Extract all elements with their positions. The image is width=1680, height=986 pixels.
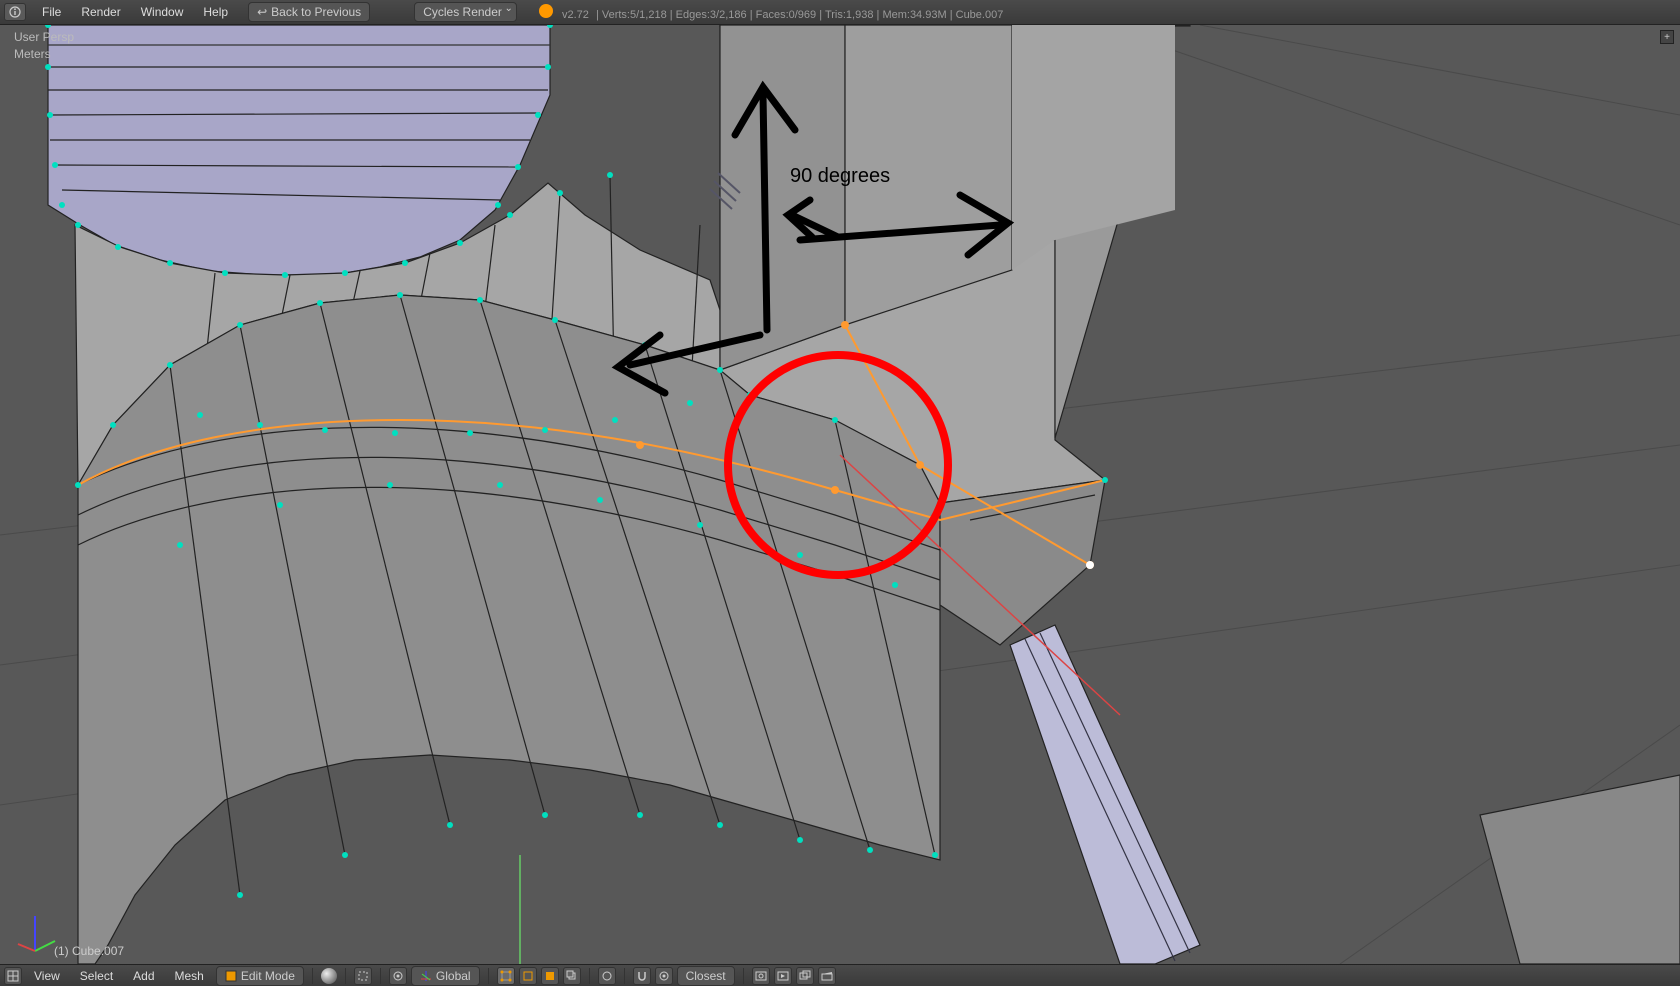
active-object-label: (1) Cube.007 [54, 944, 124, 958]
menu-help[interactable]: Help [193, 5, 238, 19]
menu-view[interactable]: View [26, 969, 68, 983]
edge-select-icon[interactable] [519, 967, 537, 985]
expand-panel-icon[interactable]: + [1660, 30, 1674, 44]
viewport-header: View Select Add Mesh Edit Mode Global [0, 964, 1680, 986]
stat-version: v2.72 [562, 9, 589, 21]
stat-tris: Tris:1,938 [825, 9, 874, 21]
scene-stats: v2.72 | Verts:5/1,218 | Edges:3/2,186 | … [533, 4, 1003, 21]
stat-faces: Faces:0/969 [756, 9, 817, 21]
stat-mem: Mem:34.93M [882, 9, 946, 21]
menu-window[interactable]: Window [131, 5, 194, 19]
menu-file[interactable]: File [32, 5, 71, 19]
proportional-edit-icon[interactable] [598, 967, 616, 985]
vertex-select-icon[interactable] [497, 967, 515, 985]
pivot-icon[interactable] [389, 967, 407, 985]
back-to-previous-button[interactable]: ↩ Back to Previous [248, 2, 370, 22]
back-label: Back to Previous [271, 5, 361, 19]
clapperboard-icon[interactable] [818, 967, 836, 985]
opengl-anim-icon[interactable] [796, 967, 814, 985]
snap-toggle-icon[interactable] [633, 967, 651, 985]
render-engine-dropdown[interactable]: Cycles Render [414, 2, 517, 22]
limit-selection-icon[interactable] [354, 967, 372, 985]
menu-select[interactable]: Select [72, 969, 121, 983]
snap-target-dropdown[interactable]: Closest [677, 966, 735, 986]
stat-verts: Verts:5/1,218 [602, 9, 667, 21]
stat-edges: Edges:3/2,186 [676, 9, 747, 21]
info-icon[interactable] [4, 3, 26, 21]
back-arrow-icon: ↩ [257, 5, 267, 19]
menu-add[interactable]: Add [125, 969, 162, 983]
orientation-label: Global [436, 969, 471, 983]
face-select-icon[interactable] [541, 967, 559, 985]
editor-type-icon[interactable] [4, 967, 22, 985]
menu-render[interactable]: Render [71, 5, 130, 19]
blender-logo-icon [539, 4, 553, 18]
top-menu-bar: File Render Window Help ↩ Back to Previo… [0, 0, 1680, 25]
snap-label: Closest [686, 969, 726, 983]
3d-viewport[interactable] [0, 25, 1680, 964]
orientation-dropdown[interactable]: Global [411, 966, 480, 986]
stat-obj: Cube.007 [956, 9, 1004, 21]
mode-dropdown[interactable]: Edit Mode [216, 966, 304, 986]
opengl-render-icon[interactable] [774, 967, 792, 985]
limit-visible-icon[interactable] [563, 967, 581, 985]
mode-label: Edit Mode [241, 969, 295, 983]
render-preview-icon[interactable] [752, 967, 770, 985]
axis-icon [420, 970, 432, 982]
menu-mesh[interactable]: Mesh [167, 969, 212, 983]
snap-element-icon[interactable] [655, 967, 673, 985]
shading-mode-icon[interactable] [321, 968, 337, 984]
edit-mode-icon [225, 970, 237, 982]
